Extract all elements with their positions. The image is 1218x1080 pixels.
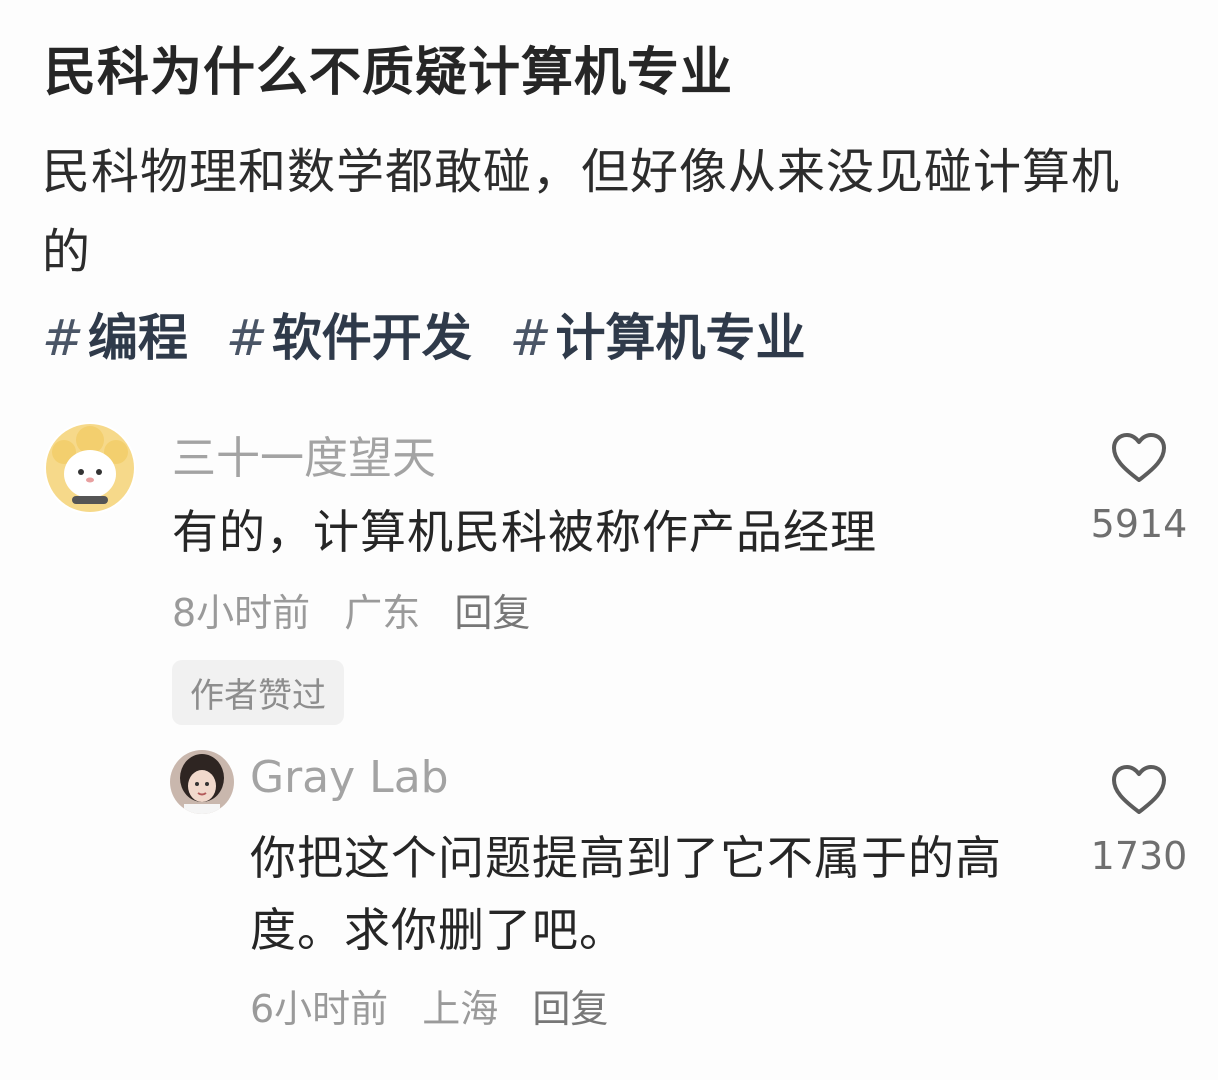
heart-outline-icon — [1112, 765, 1166, 814]
like-count: 1730 — [1090, 834, 1188, 878]
like-button[interactable]: 1730 — [1084, 764, 1194, 878]
like-button[interactable]: 5914 — [1084, 432, 1194, 546]
heart-outline-icon — [1112, 433, 1166, 482]
comment-location: 上海 — [422, 987, 499, 1031]
comment-text: 你把这个问题提高到了它不属于的高度。求你删了吧。 — [250, 831, 1002, 957]
hashtag-icon: # — [509, 309, 552, 367]
post-body: 民科物理和数学都敢碰，但好像从来没见碰计算机的 — [42, 144, 1121, 280]
comment-meta: 6小时前 上海 回复 — [250, 978, 630, 1033]
post-title: 民科为什么不质疑计算机专业 — [44, 43, 734, 103]
comment-time: 6小时前 — [250, 987, 389, 1031]
post-page: 民科为什么不质疑计算机专业 民科物理和数学都敢碰，但好像从来没见碰计算机的 #编… — [0, 0, 1218, 1080]
author-liked-badge: 作者赞过 — [172, 660, 344, 725]
cartoon-sheep-avatar-icon[interactable] — [44, 422, 136, 514]
hashtag-icon: # — [225, 309, 268, 367]
comment-username[interactable]: 三十一度望天 — [172, 422, 436, 486]
tag-computer-major[interactable]: #计算机专业 — [510, 298, 806, 370]
hashtag-icon: # — [42, 309, 84, 367]
reply-button[interactable]: 回复 — [454, 591, 530, 635]
profile-photo-avatar-icon[interactable] — [170, 750, 234, 814]
reply-button[interactable]: 回复 — [532, 987, 608, 1031]
comment-meta: 8小时前 广东 回复 — [172, 582, 552, 637]
like-count: 5914 — [1090, 502, 1188, 546]
comment-username[interactable]: Gray Lab — [250, 752, 449, 803]
comment-time: 8小时前 — [172, 591, 311, 635]
comment-text: 有的，计算机民科被称作产品经理 — [172, 505, 877, 559]
tag-list: #编程 #软件开发 #计算机专业 — [42, 298, 828, 370]
comment-location: 广东 — [344, 591, 421, 635]
tag-software-development[interactable]: #软件开发 — [226, 298, 472, 370]
tag-programming[interactable]: #编程 — [42, 298, 188, 370]
